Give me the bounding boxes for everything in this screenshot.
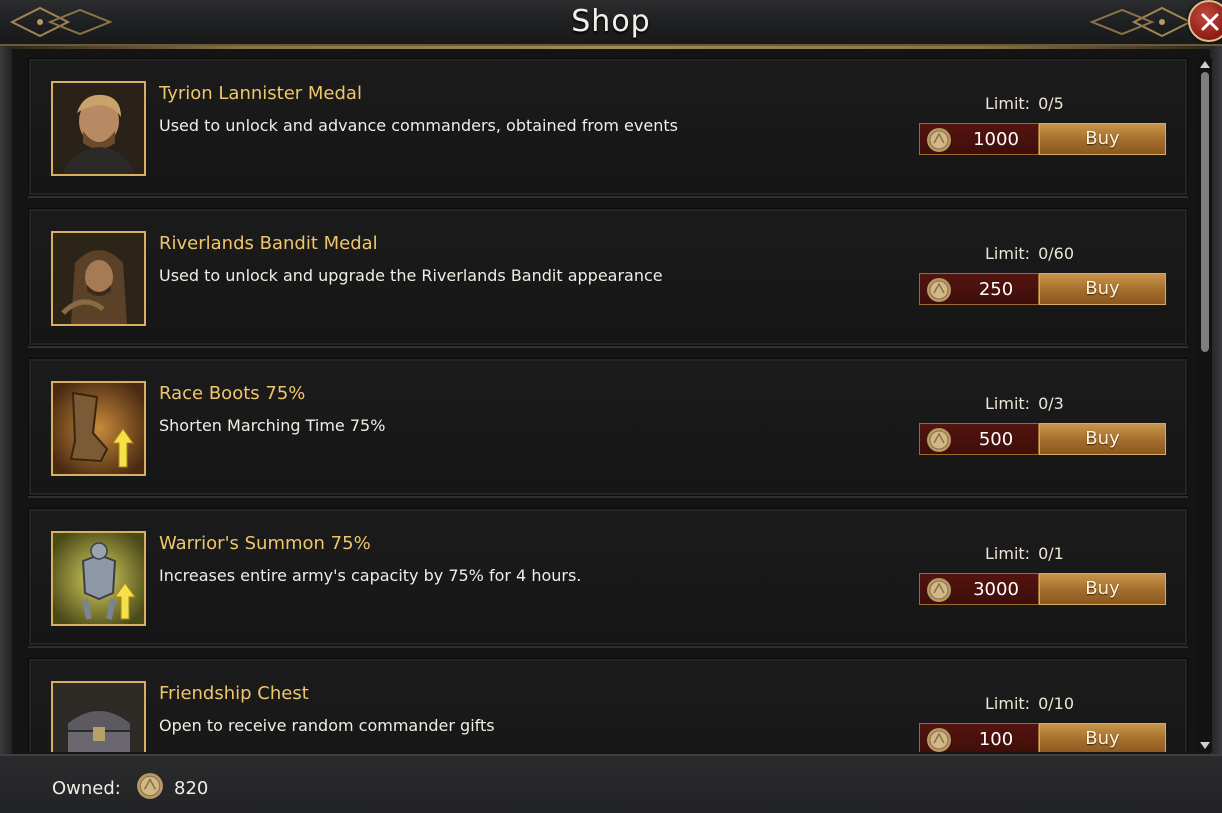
item-limit: Limit: 0/5 [985,94,1064,113]
price-box: 250 [919,273,1039,305]
item-price: 1000 [973,129,1019,150]
bandit-portrait-icon [51,231,146,326]
coin-icon [927,578,951,602]
item-name: Tyrion Lannister Medal [159,83,362,104]
item-description: Increases entire army's capacity by 75% … [159,566,582,585]
coin-icon [927,428,951,452]
limit-label: Limit: [985,94,1031,113]
frame-left [0,46,12,758]
item-description: Used to unlock and advance commanders, o… [159,116,678,135]
limit-value: 0/1 [1038,544,1064,563]
limit-label: Limit: [985,544,1031,563]
shop-item-list[interactable]: Tyrion Lannister Medal Used to unlock an… [12,52,1198,752]
price-box: 3000 [919,573,1039,605]
item-description: Open to receive random commander gifts [159,716,495,735]
limit-label: Limit: [985,244,1031,263]
limit-value: 0/3 [1038,394,1064,413]
buy-button[interactable]: Buy [1039,573,1166,605]
scroll-thumb[interactable] [1201,72,1209,352]
buy-button[interactable]: Buy [1039,273,1166,305]
item-description: Shorten Marching Time 75% [159,416,386,435]
armor-icon [51,531,146,626]
item-limit: Limit: 0/10 [985,694,1074,713]
shop-item: Warrior's Summon 75% Increases entire ar… [28,508,1188,646]
coin-icon [927,278,951,302]
price-box: 100 [919,723,1039,752]
tyrion-portrait-icon [51,81,146,176]
item-name: Race Boots 75% [159,383,306,404]
shop-item: Friendship Chest Open to receive random … [28,658,1188,752]
close-icon [1201,13,1219,31]
close-button[interactable] [1188,0,1222,42]
buy-button[interactable]: Buy [1039,123,1166,155]
window-header: Shop [0,0,1222,49]
shop-item: Tyrion Lannister Medal Used to unlock an… [28,58,1188,196]
limit-value: 0/5 [1038,94,1064,113]
price-box: 1000 [919,123,1039,155]
coin-icon [927,728,951,752]
coin-icon [927,128,951,152]
item-name: Riverlands Bandit Medal [159,233,378,254]
window-title: Shop [571,4,651,39]
item-price: 500 [978,429,1014,450]
scrollbar[interactable] [1198,58,1212,752]
buy-button[interactable]: Buy [1039,723,1166,752]
shop-item: Riverlands Bandit Medal Used to unlock a… [28,208,1188,346]
coin-icon [137,773,163,799]
scroll-up-icon[interactable] [1200,60,1210,68]
owned-value: 820 [174,778,209,799]
item-price: 250 [978,279,1014,300]
limit-label: Limit: [985,394,1031,413]
item-price: 3000 [973,579,1019,600]
item-name: Friendship Chest [159,683,309,704]
price-box: 500 [919,423,1039,455]
item-description: Used to unlock and upgrade the Riverland… [159,266,663,285]
boots-icon [51,381,146,476]
buy-button[interactable]: Buy [1039,423,1166,455]
chest-icon [51,681,146,752]
owned-label: Owned: [52,778,121,799]
item-price: 100 [978,729,1014,750]
footer-bar: Owned: 820 [0,754,1222,813]
scroll-down-icon[interactable] [1200,742,1210,750]
item-limit: Limit: 0/3 [985,394,1064,413]
limit-value: 0/10 [1038,694,1074,713]
item-limit: Limit: 0/1 [985,544,1064,563]
item-limit: Limit: 0/60 [985,244,1074,263]
ornament-right-icon [1089,6,1192,38]
limit-label: Limit: [985,694,1031,713]
shop-item: Race Boots 75% Shorten Marching Time 75%… [28,358,1188,496]
item-name: Warrior's Summon 75% [159,533,371,554]
limit-value: 0/60 [1038,244,1074,263]
